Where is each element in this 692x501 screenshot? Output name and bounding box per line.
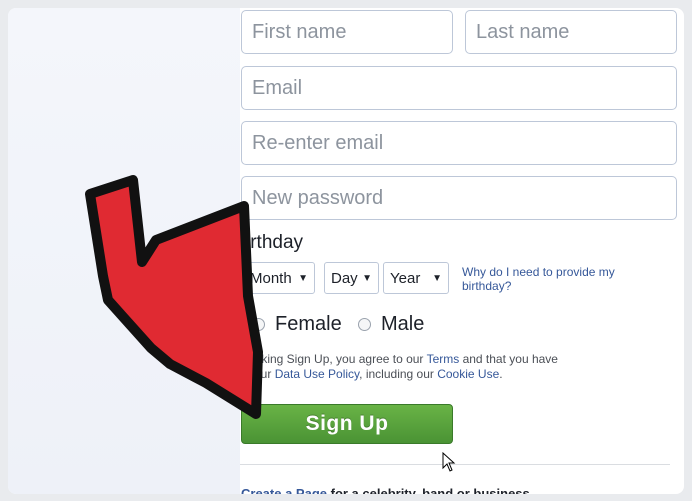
mouse-cursor-icon xyxy=(442,452,456,472)
signup-page: First name Last name Email Re-enter emai… xyxy=(8,8,684,494)
red-pointer-arrow-icon xyxy=(85,175,263,419)
